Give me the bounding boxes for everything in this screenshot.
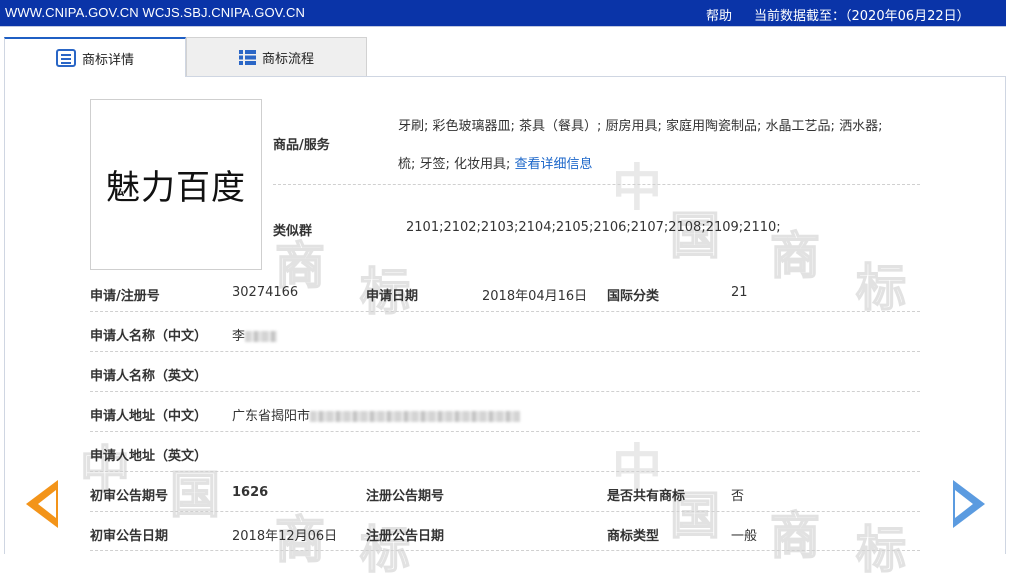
data-as-of: 当前数据截至：（2020年06月22日） [754,9,970,24]
address-cn-label: 申请人地址（中文） [90,409,208,424]
reg-no-label: 申请/注册号 [90,289,160,304]
tab-trademark-details[interactable]: 商标详情 [4,37,186,77]
tab-trademark-process[interactable]: 商标流程 [186,37,367,77]
address-cn-value: 广东省揭阳市 [232,405,521,424]
trademark-image[interactable]: 魅力百度 [90,99,262,270]
prelim-pub-date-value: 2018年12月06日 [232,529,338,544]
app-date-label: 申请日期 [366,289,419,304]
divider [90,391,920,392]
shared-value: 否 [731,489,745,504]
shared-label: 是否共有商标 [607,489,686,504]
tab-label: 商标详情 [81,52,134,68]
similar-group-value: 2101;2102;2103;2104;2105;2106;2107;2108;… [406,220,781,235]
similar-group-label: 类似群 [273,224,313,239]
goods-label: 商品/服务 [273,138,330,153]
divider [90,511,920,512]
list-icon [238,49,256,65]
applicant-cn-value: 李 [232,325,278,344]
arrow-right-icon[interactable] [953,480,985,528]
address-cn-text: 广东省揭阳市 [232,409,311,424]
prelim-pub-no-label: 初审公告期号 [90,489,169,504]
view-details-link[interactable]: 查看详细信息 [515,157,593,172]
divider [90,471,920,472]
reg-pub-date-label: 注册公告日期 [366,529,445,544]
reg-pub-no-label: 注册公告期号 [366,489,445,504]
site-urls[interactable]: WWW.CNIPA.GOV.CN WCJS.SBJ.CNIPA.GOV.CN [5,5,305,20]
divider [90,351,920,352]
trademark-image-text: 魅力百度 [106,168,246,208]
app-date-value: 2018年04月16日 [482,289,588,304]
redacted-block [245,331,278,342]
arrow-left-icon[interactable] [26,480,58,528]
applicant-cn-label: 申请人名称（中文） [90,329,208,344]
prelim-pub-no-value: 1626 [232,485,269,500]
applicant-cn-text: 李 [232,329,246,344]
divider [273,184,920,185]
reg-no-value: 30274166 [232,285,299,300]
prelim-pub-date-label: 初审公告日期 [90,529,169,544]
applicant-en-label: 申请人名称（英文） [90,369,208,384]
document-list-icon [55,49,76,67]
top-bar: WWW.CNIPA.GOV.CN WCJS.SBJ.CNIPA.GOV.CN 帮… [0,0,1006,27]
goods-value-line1: 牙刷; 彩色玻璃器皿; 茶具（餐具）; 厨房用具; 家庭用陶瓷制品; 水晶工艺品… [398,119,883,134]
help-link[interactable]: 帮助 [706,5,732,24]
intl-class-value: 21 [731,285,748,300]
type-value: 一般 [731,529,758,544]
goods-value-line2: 梳; 牙签; 化妆用具; 查看详细信息 [398,153,593,172]
address-en-label: 申请人地址（英文） [90,449,208,464]
goods-value-text: 梳; 牙签; 化妆用具; [398,157,511,172]
divider [90,311,920,312]
tab-bar: 商标详情 商标流程 [4,37,367,77]
intl-class-label: 国际分类 [607,289,660,304]
divider [90,431,920,432]
type-label: 商标类型 [607,529,660,544]
redacted-block [310,411,521,422]
divider [90,550,920,551]
tab-label: 商标流程 [261,51,314,67]
